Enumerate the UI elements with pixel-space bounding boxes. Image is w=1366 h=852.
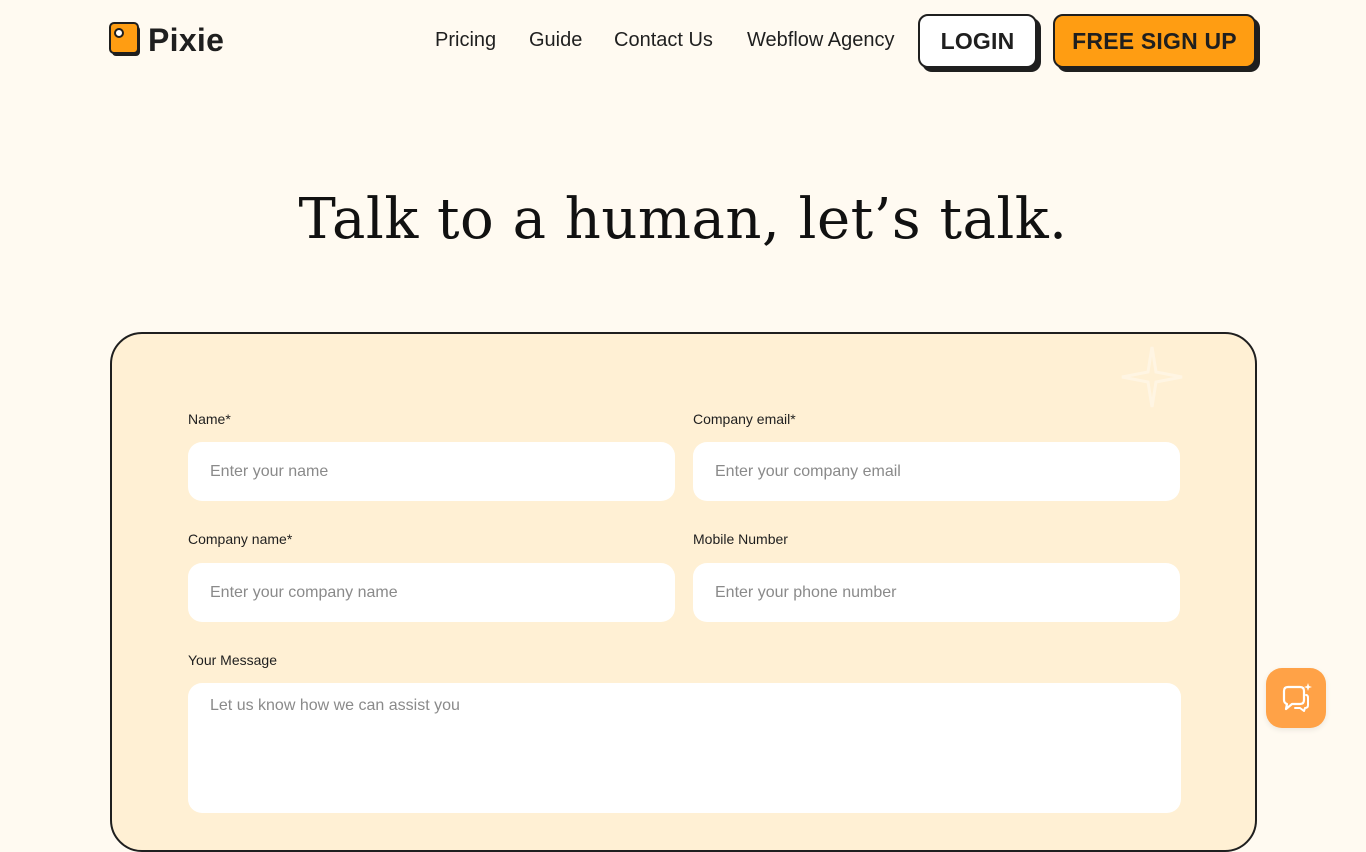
company-email-input[interactable] [693,442,1180,501]
company-name-input[interactable] [188,563,675,622]
nav-link-pricing[interactable]: Pricing [435,28,496,52]
message-textarea[interactable] [188,683,1181,813]
name-label: Name* [188,411,231,427]
decorative-sparkle-icon [1121,346,1183,408]
message-label: Your Message [188,652,277,668]
pixie-logo-icon [109,22,140,56]
site-header: Pixie Pricing Guide Contact Us Webflow A… [0,0,1366,84]
mobile-number-label: Mobile Number [693,531,788,547]
company-name-label: Company name* [188,531,293,547]
nav-link-guide[interactable]: Guide [529,28,582,52]
brand-name: Pixie [148,21,225,58]
chat-sparkle-icon [1282,683,1312,712]
company-email-label: Company email* [693,411,796,427]
name-input[interactable] [188,442,675,501]
login-button[interactable]: LOGIN [918,14,1037,68]
chat-widget-button[interactable] [1266,668,1326,728]
nav-link-webflow-agency[interactable]: Webflow Agency [747,28,895,52]
mobile-number-input[interactable] [693,563,1180,622]
nav-link-contact-us[interactable]: Contact Us [614,28,713,52]
logo-link[interactable]: Pixie [109,22,224,57]
page-title: Talk to a human, let’s talk. [298,187,1068,252]
free-signup-button[interactable]: FREE SIGN UP [1053,14,1256,68]
contact-form-card: Name* Company email* Company name* Mobil… [110,332,1257,852]
